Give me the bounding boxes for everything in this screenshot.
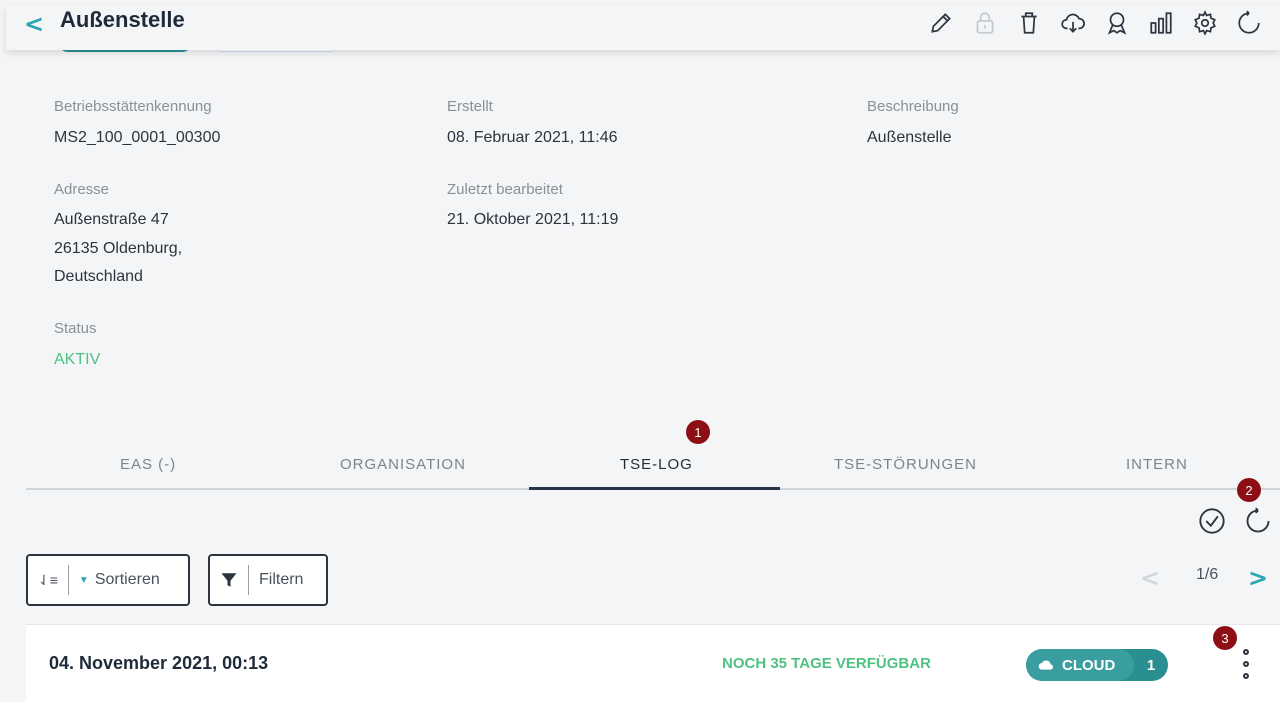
zuletzt-label: Zuletzt bearbeitet (447, 181, 563, 198)
adresse-line2: 26135 Oldenburg, (54, 240, 183, 257)
beschreibung-value: Außenstelle (867, 129, 952, 146)
annotation-badge-3: 3 (1213, 626, 1237, 650)
filter-label: Filtern (259, 571, 304, 588)
lock-icon[interactable] (970, 8, 1000, 38)
gear-icon[interactable] (1190, 8, 1220, 38)
log-date: 04. November 2021, 00:13 (49, 653, 269, 673)
filter-button[interactable]: Filtern (208, 554, 328, 606)
bar-chart-icon[interactable] (1146, 8, 1176, 38)
sort-button[interactable]: ⇃≡ ▼ Sortieren (26, 554, 190, 606)
tab-bar: EAS (-) ORGANISATION TSE-LOG TSE-STÖRUNG… (26, 450, 1280, 490)
next-page-button[interactable]: > (1248, 564, 1268, 592)
cloud-icon (1038, 660, 1054, 670)
cloud-download-icon[interactable] (1058, 8, 1088, 38)
tab-intern[interactable]: INTERN (1126, 456, 1188, 473)
active-tab-indicator (529, 487, 780, 490)
filter-icon (221, 573, 237, 587)
betriebsstaette-label: Betriebsstättenkennung (54, 98, 212, 115)
adresse-line1: Außenstraße 47 (54, 211, 169, 228)
page-indicator: 1/6 (1196, 566, 1219, 583)
zuletzt-value: 21. Oktober 2021, 11:19 (447, 211, 619, 228)
tab-tse-stoerungen[interactable]: TSE-STÖRUNGEN (834, 456, 977, 473)
annotation-badge-1: 1 (686, 420, 710, 444)
status-label: Status (54, 320, 97, 337)
more-options-icon[interactable] (1238, 649, 1254, 679)
tab-tse-log[interactable]: TSE-LOG (620, 456, 693, 473)
annotation-badge-2: 2 (1237, 478, 1261, 502)
adresse-line3: Deutschland (54, 268, 143, 285)
availability-status: NOCH 35 TAGE VERFÜGBAR (722, 655, 931, 672)
cloud-label: CLOUD (1062, 656, 1116, 674)
tab-eas[interactable]: EAS (-) (120, 456, 176, 473)
cloud-pill[interactable]: CLOUD 1 (1026, 649, 1168, 681)
log-card[interactable]: 04. November 2021, 00:13 NOCH 35 TAGE VE… (26, 624, 1280, 702)
back-button[interactable]: < (24, 12, 44, 36)
sort-icon: ⇃≡ (38, 571, 58, 588)
cloud-count: 1 (1146, 656, 1156, 674)
award-icon[interactable] (1102, 8, 1132, 38)
erstellt-label: Erstellt (447, 98, 493, 115)
page-title: Außenstelle (60, 7, 185, 32)
sort-separator (67, 565, 69, 595)
prev-page-button[interactable]: < (1140, 564, 1160, 592)
status-value: AKTIV (54, 351, 101, 368)
filter-separator (248, 565, 249, 595)
erstellt-value: 08. Februar 2021, 11:46 (447, 129, 618, 146)
refresh-icon[interactable] (1234, 8, 1264, 38)
app-root: < Außenstelle Betriebsstättenkennung MS2… (0, 0, 1280, 702)
pencil-icon[interactable] (926, 8, 956, 38)
reload-icon[interactable] (1244, 507, 1272, 539)
tab-organisation[interactable]: ORGANISATION (340, 456, 466, 473)
toolbar (926, 8, 1264, 38)
adresse-label: Adresse (54, 181, 110, 198)
betriebsstaette-value: MS2_100_0001_00300 (54, 129, 221, 146)
check-circle-icon[interactable] (1198, 507, 1226, 539)
trash-icon[interactable] (1014, 8, 1044, 38)
beschreibung-label: Beschreibung (867, 98, 959, 115)
caret-down-icon: ▼ (78, 574, 89, 586)
sort-label: Sortieren (94, 571, 160, 588)
app-header: < Außenstelle (6, 6, 1280, 50)
